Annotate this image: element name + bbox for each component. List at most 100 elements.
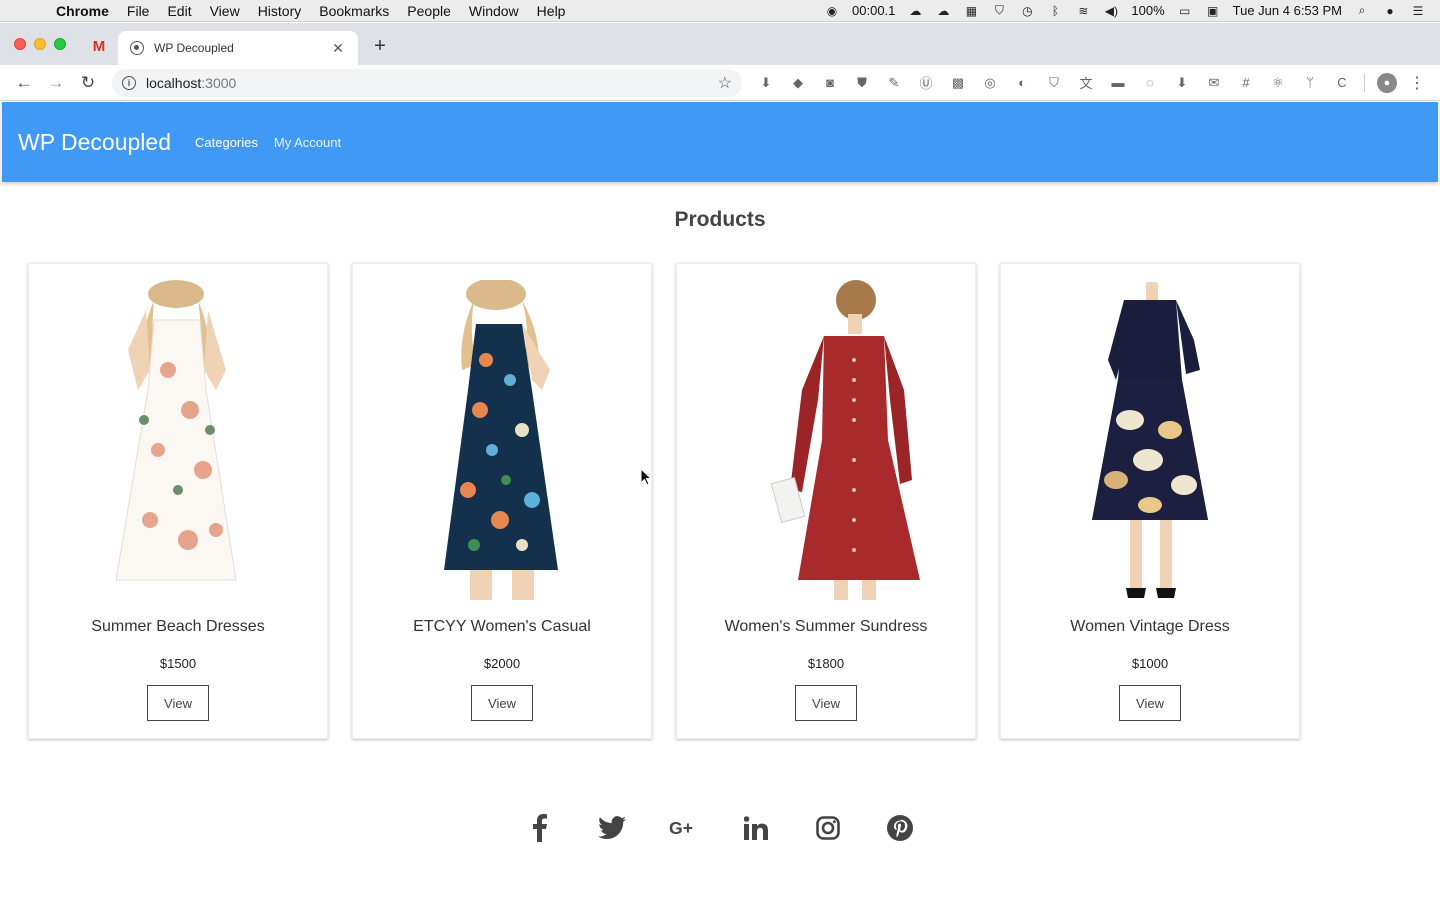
siri-icon[interactable]: ● (1382, 4, 1398, 18)
svg-text:G+: G+ (669, 818, 693, 838)
view-product-button[interactable]: View (795, 685, 857, 721)
menu-view[interactable]: View (210, 3, 240, 19)
refresh-extension-icon[interactable]: ◐ (1012, 73, 1032, 93)
record-icon[interactable]: ◉ (824, 4, 840, 18)
translate-extension-icon[interactable]: 文 (1076, 73, 1096, 93)
back-button[interactable]: ← (12, 71, 36, 95)
menu-file[interactable]: File (127, 3, 150, 19)
site-brand[interactable]: WP Decoupled (18, 129, 171, 156)
product-image[interactable] (706, 280, 946, 600)
menu-edit[interactable]: Edit (167, 3, 191, 19)
clock-extension-icon[interactable]: ◌ (1140, 73, 1160, 93)
view-product-button[interactable]: View (1119, 685, 1181, 721)
arrow-down-extension-icon[interactable]: ⬇ (1172, 73, 1192, 93)
menu-history[interactable]: History (258, 3, 302, 19)
product-image[interactable] (382, 278, 622, 600)
nav-categories[interactable]: Categories (195, 135, 258, 150)
view-product-button[interactable]: View (471, 685, 533, 721)
forward-button[interactable]: → (44, 71, 68, 95)
facebook-icon[interactable] (525, 813, 555, 843)
new-tab-button[interactable]: + (370, 35, 390, 57)
mail-extension-icon[interactable]: ✉ (1204, 73, 1224, 93)
product-title[interactable]: Women's Summer Sundress (725, 618, 928, 636)
keyboard-icon[interactable]: ▣ (1205, 4, 1221, 18)
product-price: $1000 (1131, 656, 1169, 671)
minimize-window-button[interactable] (34, 38, 46, 50)
spotlight-search-icon[interactable]: ⌕ (1354, 3, 1370, 18)
web-page: WP Decoupled Categories My Account Produ… (2, 102, 1438, 900)
tab-title: WP Decoupled (154, 41, 234, 55)
product-image[interactable] (1030, 280, 1270, 600)
toolbar-divider (1364, 73, 1365, 92)
camera-extension-icon[interactable]: ◙ (820, 73, 840, 93)
address-bar[interactable]: i localhost:3000 ☆ (112, 68, 742, 97)
nav-my-account[interactable]: My Account (274, 135, 341, 150)
gmail-pinned-tab[interactable]: M (84, 33, 114, 59)
notification-center-icon[interactable]: ☰ (1410, 4, 1426, 18)
zoom-window-button[interactable] (54, 38, 66, 50)
chrome-toolbar: ← → ↻ i localhost:3000 ☆ ⬇ ◆ ◙ ⛊ ✎ Ⓤ ▩ ◎… (0, 65, 1440, 101)
pencil-extension-icon[interactable]: ✎ (884, 73, 904, 93)
bluetooth-icon[interactable]: ᛒ (1047, 4, 1063, 18)
social-links: G+ (2, 813, 1438, 843)
instagram-icon[interactable] (813, 813, 843, 843)
info-icon[interactable]: i (122, 75, 136, 90)
battery-icon[interactable]: ▭ (1177, 4, 1193, 18)
product-card: Summer Beach Dresses $1500 View (28, 263, 328, 739)
macos-menubar: Chrome File Edit View History Bookmarks … (0, 0, 1440, 22)
product-card: ETCYY Women's Casual $2000 View (352, 263, 652, 739)
reload-button[interactable]: ↻ (76, 71, 100, 95)
bookmark-star-icon[interactable]: ☆ (718, 73, 732, 93)
profile-avatar[interactable]: ● (1377, 72, 1397, 93)
time-machine-icon[interactable]: ◷ (1019, 4, 1035, 18)
clock[interactable]: Tue Jun 4 6:53 PM (1233, 3, 1342, 18)
linkedin-icon[interactable] (741, 813, 771, 843)
menu-people[interactable]: People (407, 3, 451, 19)
chrome-menu-icon[interactable]: ⋮ (1409, 73, 1425, 93)
shield-icon[interactable]: ⛉ (991, 3, 1007, 18)
chrome-tabstrip: M WP Decoupled ✕ + (0, 23, 1440, 65)
twitter-icon[interactable] (597, 813, 627, 843)
view-product-button[interactable]: View (147, 685, 209, 721)
ruler-extension-icon[interactable]: # (1236, 73, 1256, 93)
vr-extension-icon[interactable]: ▬ (1108, 73, 1128, 93)
product-card: Women's Summer Sundress $1800 View (676, 263, 976, 739)
product-title[interactable]: Women Vintage Dress (1070, 618, 1229, 636)
product-card: Women Vintage Dress $1000 View (1000, 263, 1300, 739)
react-extension-icon[interactable]: ⚛ (1268, 73, 1288, 93)
url-port: :3000 (201, 74, 237, 91)
google-plus-icon[interactable]: G+ (669, 813, 699, 843)
product-image[interactable] (58, 280, 298, 600)
code-extension-icon[interactable]: ◎ (980, 73, 1000, 93)
grid-extension-icon[interactable]: ▩ (948, 73, 968, 93)
ghostery-extension-icon[interactable]: ⛉ (1044, 73, 1064, 93)
extensions-area: ⬇ ◆ ◙ ⛊ ✎ Ⓤ ▩ ◎ ◐ ⛉ 文 ▬ ◌ ⬇ ✉ # ⚛ ᛘ C ● (756, 72, 1397, 93)
close-window-button[interactable] (14, 38, 26, 50)
tab-active[interactable]: WP Decoupled ✕ (118, 31, 358, 65)
product-title[interactable]: ETCYY Women's Casual (413, 618, 591, 636)
cloud-icon[interactable]: ☁ (907, 4, 923, 18)
menu-bookmarks[interactable]: Bookmarks (319, 3, 389, 19)
cloud-upload-icon[interactable]: ☁ (935, 4, 951, 18)
u-extension-icon[interactable]: Ⓤ (916, 73, 936, 93)
product-title[interactable]: Summer Beach Dresses (91, 618, 264, 636)
download-extension-icon[interactable]: ⬇ (756, 73, 776, 93)
wifi-icon[interactable]: ≋ (1075, 4, 1091, 18)
menu-window[interactable]: Window (469, 3, 519, 19)
pinterest-icon[interactable] (885, 813, 915, 843)
color-picker-extension-icon[interactable]: ◆ (788, 73, 808, 93)
volume-icon[interactable]: ◀) (1103, 4, 1119, 18)
c-extension-icon[interactable]: C (1332, 73, 1352, 93)
menu-app-name[interactable]: Chrome (56, 3, 109, 19)
product-grid: Summer Beach Dresses $1500 View ETCYY Wo… (28, 263, 1438, 739)
close-tab-icon[interactable]: ✕ (330, 40, 346, 57)
mouse-cursor (640, 467, 653, 491)
docker-icon[interactable]: ▦ (963, 4, 979, 18)
tree-extension-icon[interactable]: ᛘ (1300, 73, 1320, 93)
menu-help[interactable]: Help (537, 3, 566, 19)
product-price: $1500 (159, 656, 197, 671)
globe-icon (130, 41, 144, 55)
product-price: $2000 (483, 656, 521, 671)
ublock-extension-icon[interactable]: ⛊ (852, 73, 872, 93)
app-header: WP Decoupled Categories My Account (2, 102, 1438, 182)
